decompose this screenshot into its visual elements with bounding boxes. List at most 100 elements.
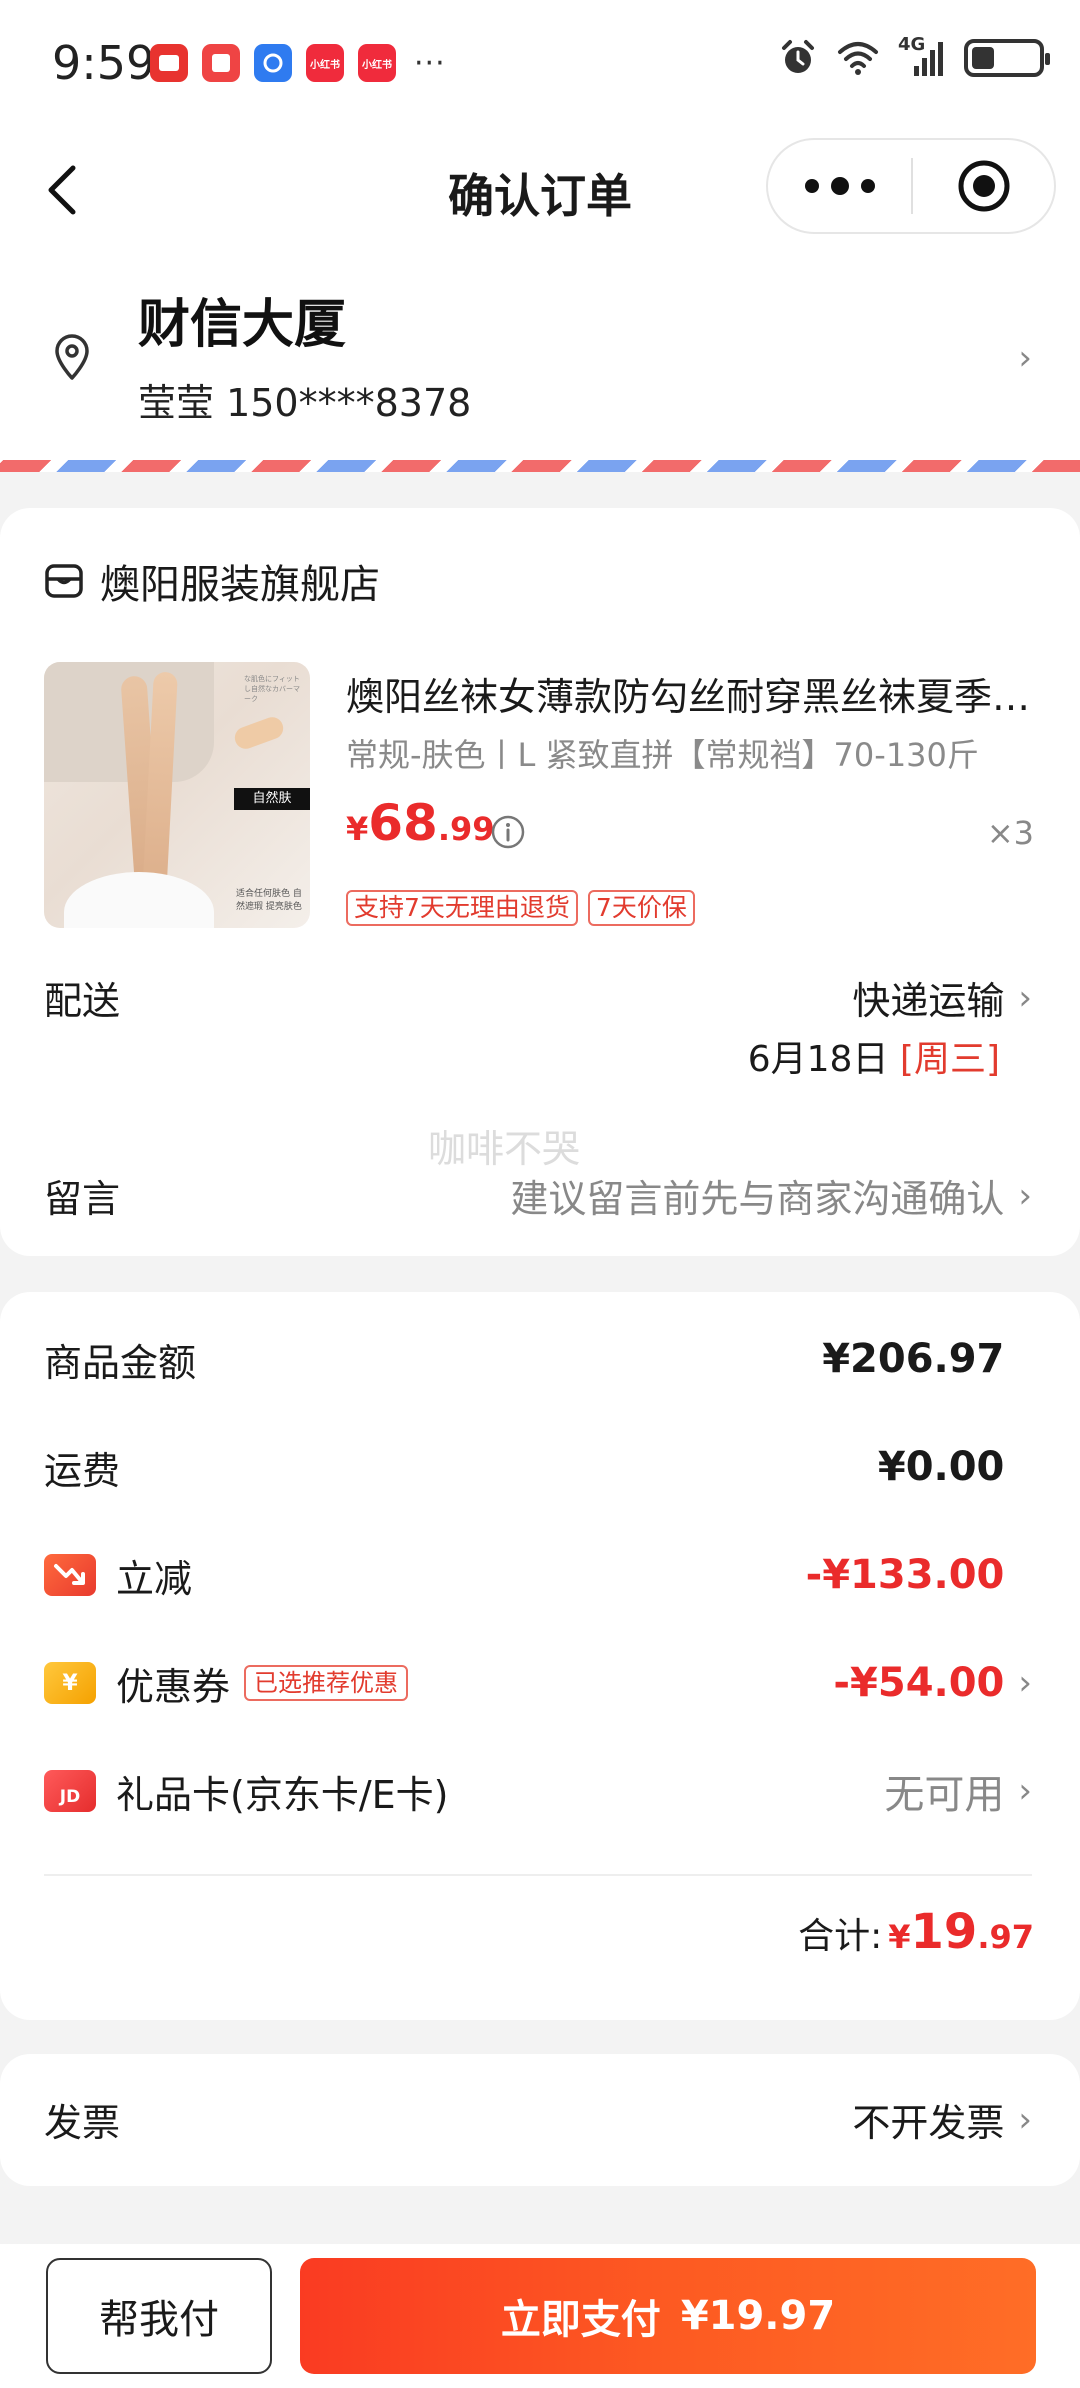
chevron-right-icon: ›: [1018, 2099, 1032, 2140]
dot-icon: [830, 177, 849, 195]
shipping-label: 运费: [44, 1448, 121, 1493]
app-notification-icon: [202, 44, 240, 82]
coupon-row[interactable]: ¥ 优惠券 已选推荐优惠 -¥54.00 ›: [44, 1648, 1032, 1718]
shop-header[interactable]: 燠阳服装旗舰店: [44, 552, 380, 610]
notification-icons: 小红书 小红书 ···: [150, 44, 446, 82]
chevron-right-icon: ›: [1018, 1663, 1032, 1703]
image-caption: 适合任何肤色 自然遮瑕 提亮肤色: [236, 889, 302, 912]
message-input[interactable]: 建议留言前先与商家沟通确认 ›: [510, 1168, 1032, 1223]
dot-icon: [804, 179, 819, 193]
goods-amount-value: ¥206.97: [822, 1336, 1005, 1382]
message-label: 留言: [44, 1177, 121, 1221]
total-integer: 19: [910, 1904, 978, 1960]
status-time: 9:59: [52, 36, 156, 90]
alarm-icon: [782, 40, 814, 73]
price-info-icon[interactable]: [490, 814, 526, 850]
service-badges: 支持7天无理由退货 7天价保: [346, 890, 695, 926]
coupon-icon: ¥: [44, 1662, 96, 1704]
amount-divider: [44, 1874, 1032, 1876]
watermark: 咖啡不哭: [428, 1127, 581, 1171]
battery-icon: [964, 39, 1050, 77]
target-close-icon: [958, 160, 1009, 212]
chevron-right-icon: ›: [1018, 1175, 1032, 1216]
invoice-value: 不开发票: [852, 2101, 1005, 2145]
product-image[interactable]: な肌色にフィットし自然なカバーマーク 自然肤 适合任何肤色 自然遮瑕 提亮肤色: [44, 662, 310, 928]
more-options-button[interactable]: [768, 140, 911, 232]
shipping-value: ¥0.00: [877, 1444, 1005, 1490]
invoice-card[interactable]: 发票 不开发票 ›: [0, 2054, 1080, 2186]
coupon-value-wrap: -¥54.00 ›: [833, 1660, 1032, 1706]
discount-value-wrap: -¥133.00 ›: [806, 1552, 1032, 1598]
address-title: 财信大厦: [138, 295, 347, 355]
coupon-label-wrap: ¥ 优惠券 已选推荐优惠: [44, 1656, 409, 1711]
cellular-signal-icon: 4G: [898, 34, 946, 78]
invoice-selector[interactable]: 不开发票 ›: [852, 2092, 1032, 2147]
giftcard-label: 礼品卡(京东卡/E卡): [116, 1772, 449, 1817]
battery-level: [972, 47, 995, 69]
total-decimal: .97: [977, 1918, 1034, 1956]
xiaohongshu-icon: 小红书: [358, 44, 396, 82]
discount-label: 立减: [116, 1556, 193, 1601]
store-icon: [45, 564, 83, 598]
giftcard-icon-text: JD: [59, 1787, 81, 1807]
giftcard-value-wrap: 无可用 ›: [884, 1762, 1032, 1820]
discount-value: -¥133.00: [805, 1552, 1005, 1598]
product-price: ¥ 68 .99: [346, 794, 495, 852]
pay-now-button[interactable]: 立即支付 ¥19.97: [300, 2258, 1036, 2374]
image-skirt: [64, 872, 214, 928]
discount-down-icon: [44, 1554, 96, 1596]
delivery-date: 6月18日 [周三]: [748, 1030, 1000, 1082]
delivery-weekday: [周三]: [899, 1039, 1000, 1080]
address-section[interactable]: 财信大厦 莹莹 150****8378 ›: [0, 260, 1080, 460]
product-quantity: ×3: [986, 814, 1034, 852]
shipping-value-wrap: ¥0.00 ›: [878, 1444, 1032, 1490]
product-title[interactable]: 燠阳丝袜女薄款防勾丝耐穿黑丝袜夏季超薄: [346, 666, 1036, 721]
giftcard-label-wrap: JD 礼品卡(京东卡/E卡): [44, 1764, 448, 1819]
product-spec[interactable]: 常规-肤色丨L 紧致直拼【常规裆】70-130斤: [346, 730, 979, 776]
shipping-row: 运费 ¥0.00 ›: [44, 1432, 1032, 1502]
shop-name: 燠阳服装旗舰店: [100, 562, 380, 608]
chevron-right-icon: ›: [1018, 338, 1032, 378]
image-tag: 自然肤: [234, 788, 310, 810]
discount-row: 立减 -¥133.00 ›: [44, 1540, 1032, 1610]
app-notification-icon: [254, 44, 292, 82]
giftcard-value: 无可用: [884, 1772, 1005, 1818]
total-label: 合计:: [798, 1916, 883, 1957]
help-me-pay-button[interactable]: 帮我付: [46, 2258, 272, 2374]
status-indicators: 4G: [778, 34, 1050, 78]
return-policy-badge: 支持7天无理由退货: [346, 890, 578, 926]
address-contact: 莹莹 150****8378: [138, 381, 472, 425]
goods-amount-value-wrap: ¥206.97 ›: [822, 1336, 1032, 1382]
location-pin-icon: [55, 334, 89, 380]
wifi-icon: [838, 42, 878, 75]
price-decimal: .99: [437, 810, 495, 848]
nav-bar: 确认订单: [0, 120, 1080, 260]
coupon-label: 优惠券: [116, 1664, 231, 1709]
coupon-value: -¥54.00: [833, 1660, 1005, 1706]
discount-label-wrap: 立减: [44, 1548, 192, 1603]
invoice-label: 发票: [44, 2101, 121, 2145]
delivery-date-text: 6月18日: [747, 1039, 889, 1080]
product-card: 燠阳服装旗舰店 な肌色にフィットし自然なカバーマーク 自然肤 适合任何肤色 自然…: [0, 508, 1080, 1256]
goods-amount-label: 商品金额: [44, 1340, 197, 1385]
delivery-method: 快递运输: [852, 979, 1005, 1023]
envelope-stripe-divider: [0, 460, 1080, 472]
delivery-method-selector[interactable]: 快递运输 ›: [852, 970, 1032, 1025]
goods-amount-row: 商品金额 ¥206.97 ›: [44, 1324, 1032, 1394]
miniprogram-capsule: [766, 138, 1056, 234]
image-color-swatch: [231, 714, 287, 752]
total-amount: 合计: ¥ 19 .97: [798, 1904, 1034, 1960]
total-symbol: ¥: [888, 1918, 911, 1956]
status-bar: 9:59 小红书 小红书 ··· 4G: [0, 0, 1080, 120]
message-placeholder: 建议留言前先与商家沟通确认: [510, 1177, 1005, 1221]
xiaohongshu-icon: 小红书: [306, 44, 344, 82]
chevron-right-icon: ›: [1018, 1771, 1032, 1811]
giftcard-row[interactable]: JD 礼品卡(京东卡/E卡) 无可用 ›: [44, 1756, 1032, 1826]
pay-now-label: 立即支付: [500, 2297, 661, 2343]
recommended-coupon-tag: 已选推荐优惠: [244, 1665, 409, 1701]
delivery-label: 配送: [44, 979, 121, 1023]
more-notifications-icon: ···: [414, 45, 446, 81]
chevron-right-icon: ›: [1018, 977, 1032, 1018]
close-miniprogram-button[interactable]: [913, 158, 1054, 214]
app-notification-icon: [150, 44, 188, 82]
